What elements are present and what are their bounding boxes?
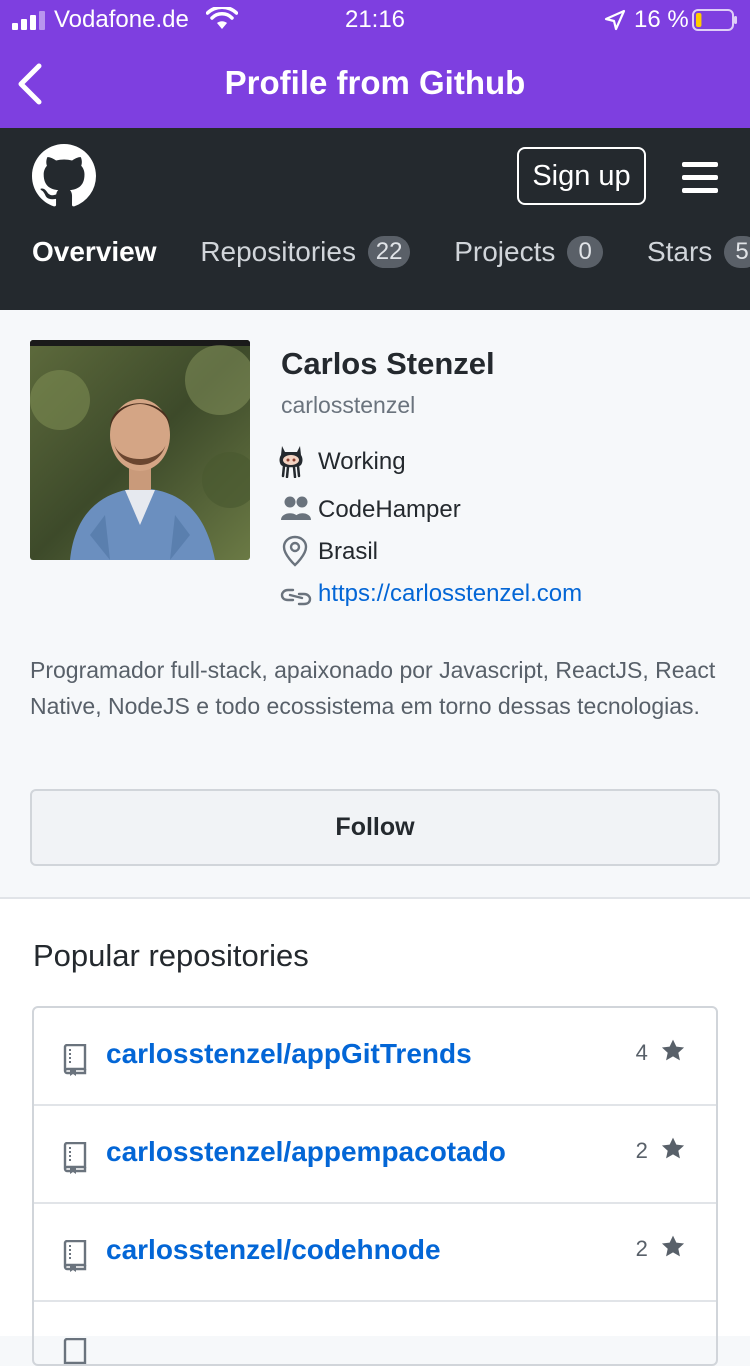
repositories-count-badge: 22 [367,236,411,268]
repository-list: carlosstenzel/appGitTrends 4 carlosstenz… [32,1006,718,1366]
star-icon [661,1039,685,1061]
repo-book-icon [63,1338,87,1364]
repository-row[interactable]: carlosstenzel/appGitTrends 4 [34,1008,716,1106]
repository-row-partial[interactable] [34,1302,716,1364]
stars-count-badge: 5 [724,236,750,268]
repository-row[interactable]: carlosstenzel/codehnode 2 [34,1204,716,1302]
repository-stars: 2 [636,1234,686,1262]
tab-stars[interactable]: Stars 5 [647,236,750,268]
location-arrow-icon [604,9,626,31]
star-count: 2 [635,1236,648,1261]
github-header: Sign up Overview Repositories 22 Project… [0,128,750,310]
tab-overview[interactable]: Overview [32,236,157,268]
profile-name: Carlos Stenzel [281,346,495,381]
star-icon [661,1235,685,1257]
website-link[interactable]: https://carlosstenzel.com [318,580,582,608]
star-count: 4 [635,1040,648,1065]
repository-stars: 4 [636,1038,686,1066]
location-text: Brasil [318,538,379,565]
tab-repositories[interactable]: Repositories 22 [200,236,411,268]
repository-link[interactable]: carlosstenzel/appGitTrends [106,1038,472,1070]
battery-percent: 16 % [634,6,689,33]
octocat-status-icon [279,446,303,478]
projects-count-badge: 0 [567,236,604,268]
location-pin-icon [282,535,308,567]
repo-book-icon [63,1142,87,1174]
status-text: Working [318,448,406,475]
tab-label: Projects [454,236,556,267]
tab-projects[interactable]: Projects 0 [454,236,604,268]
sign-up-button[interactable]: Sign up [517,147,646,205]
status-bar: Vodafone.de 21:16 16 % [0,0,750,40]
repository-row[interactable]: carlosstenzel/appempacotado 2 [34,1106,716,1204]
hamburger-menu-icon[interactable] [682,162,718,193]
page-title: Profile from Github [224,64,526,101]
star-icon [661,1137,685,1159]
github-octocat-icon[interactable] [32,144,96,208]
tab-label: Overview [32,236,157,267]
link-icon [280,588,312,606]
repository-stars: 2 [636,1136,686,1164]
battery-icon [692,9,737,31]
star-count: 2 [635,1138,648,1163]
profile-username: carlosstenzel [281,392,416,418]
avatar [30,340,250,560]
app-navbar: Profile from Github [0,40,750,128]
profile-tabs: Overview Repositories 22 Projects 0 Star… [32,236,750,268]
tab-label: Stars [646,236,713,267]
popular-repositories-heading: Popular repositories [33,938,309,973]
people-icon [281,496,311,520]
organization-text: CodeHamper [318,496,461,523]
repository-link[interactable]: carlosstenzel/codehnode [106,1234,441,1266]
profile-bio: Programador full-stack, apaixonado por J… [30,657,716,719]
tab-label: Repositories [200,236,356,267]
repo-book-icon [63,1240,87,1272]
repo-book-icon [63,1044,87,1076]
follow-button[interactable]: Follow [30,789,720,866]
repository-link[interactable]: carlosstenzel/appempacotado [106,1136,506,1168]
